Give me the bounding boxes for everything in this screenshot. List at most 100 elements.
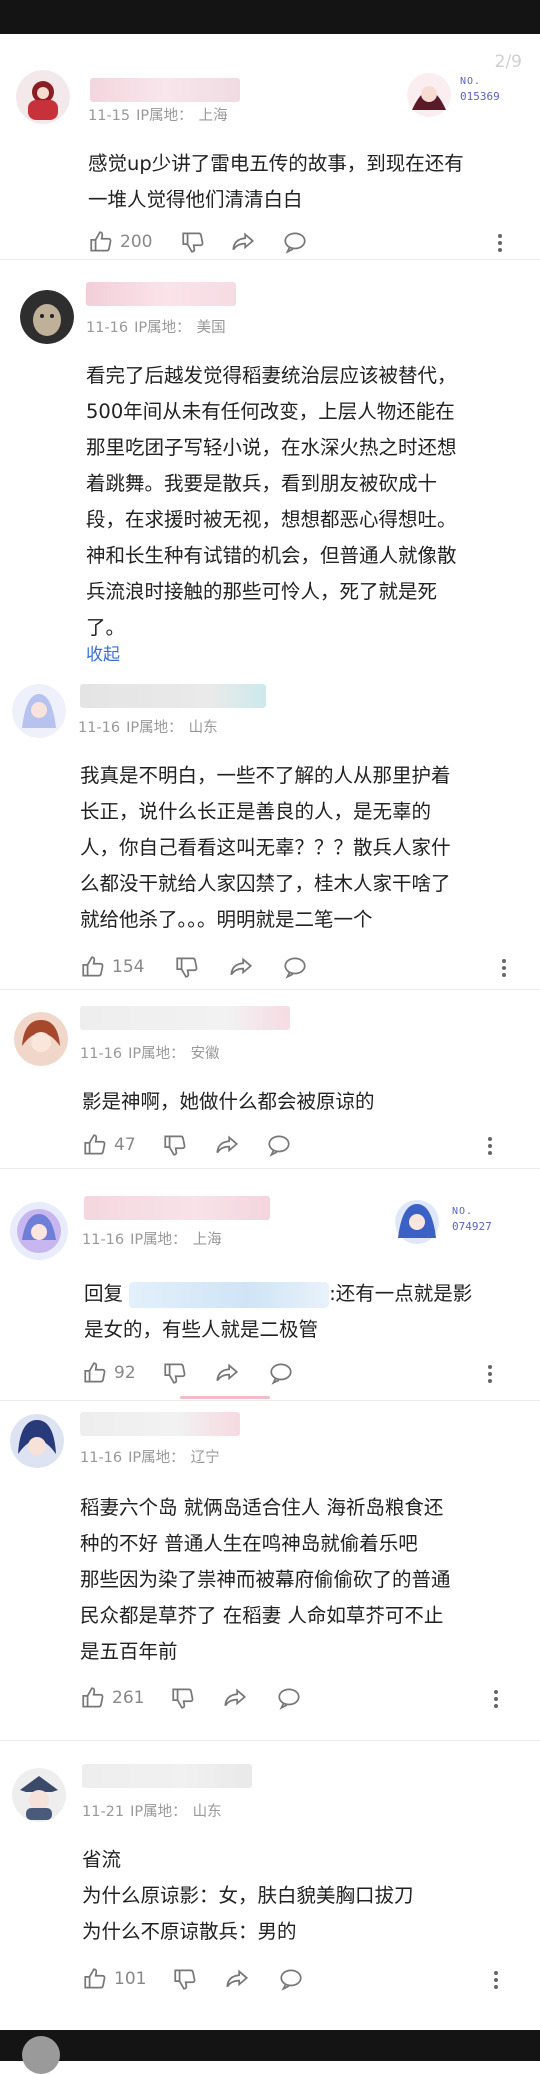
ip-location-label: IP属地： 辽宁 xyxy=(128,1450,220,1466)
avatar[interactable] xyxy=(20,290,74,344)
comment-date: 11-16 xyxy=(86,320,129,336)
share-button[interactable] xyxy=(222,1685,248,1711)
more-vertical-icon xyxy=(488,1137,492,1155)
ip-location-label: IP属地： 上海 xyxy=(136,108,228,124)
thumb-up-icon xyxy=(90,231,112,252)
like-button[interactable]: 92 xyxy=(82,1360,136,1386)
bottom-bar xyxy=(0,2030,540,2074)
username-masked[interactable] xyxy=(80,1006,290,1030)
share-button[interactable] xyxy=(224,1966,250,1992)
like-button[interactable]: 101 xyxy=(82,1966,146,1992)
action-bar: 92 xyxy=(82,1360,540,1390)
username-masked[interactable] xyxy=(90,78,240,102)
thumb-up-icon xyxy=(84,1968,106,1989)
like-button[interactable]: 154 xyxy=(80,954,144,980)
more-options-button[interactable] xyxy=(500,956,508,984)
like-button[interactable]: 200 xyxy=(88,229,152,255)
avatar[interactable] xyxy=(12,684,66,738)
avatar[interactable] xyxy=(10,1414,64,1468)
avatar[interactable] xyxy=(14,1012,68,1066)
share-icon xyxy=(216,1363,239,1382)
thumb-down-icon xyxy=(174,1969,196,1990)
username-masked[interactable] xyxy=(82,1764,252,1788)
comment-text: 回复 :还有一点就是影 是女的，有些人就是二极管 xyxy=(84,1281,473,1341)
comment-meta: 11-16 IP属地： 上海 xyxy=(82,1228,222,1249)
share-icon xyxy=(230,957,253,976)
dislike-button[interactable] xyxy=(162,1132,188,1158)
more-options-button[interactable] xyxy=(486,1134,494,1162)
reply-button[interactable] xyxy=(276,1685,302,1711)
thumb-up-icon xyxy=(82,956,104,977)
share-button[interactable] xyxy=(230,229,256,255)
comment-text: 省流 为什么原谅影：女，肤白貌美胸口拔刀 为什么不原谅散兵：男的 xyxy=(82,1848,414,1943)
more-options-button[interactable] xyxy=(492,1687,500,1715)
share-icon xyxy=(232,232,255,251)
thumb-up-icon xyxy=(82,1687,104,1708)
reply-prefix: 回复 xyxy=(84,1282,124,1305)
badge-avatar-icon xyxy=(395,1200,439,1244)
more-options-button[interactable] xyxy=(496,231,504,259)
like-button[interactable]: 47 xyxy=(82,1132,136,1158)
avatar[interactable] xyxy=(12,1768,66,1822)
avatar[interactable] xyxy=(8,1200,70,1262)
collapse-link[interactable]: 收起 xyxy=(86,640,120,665)
more-vertical-icon xyxy=(502,959,506,977)
thumb-down-icon xyxy=(164,1135,186,1156)
username-masked[interactable] xyxy=(80,1412,240,1436)
comment: 11-15 IP属地： 上海 NO. 015369 感觉up少讲了雷电五传的故事，到… xyxy=(0,34,540,264)
ip-location-label: IP属地： 美国 xyxy=(134,320,226,336)
username-masked[interactable] xyxy=(84,1196,270,1220)
dislike-button[interactable] xyxy=(162,1360,188,1386)
comment: 11-16 IP属地： 辽宁 稻妻六个岛 就俩岛适合住人 海祈岛粮食还 种的不好 普通… xyxy=(0,1400,540,1744)
reply-target-masked[interactable] xyxy=(129,1281,330,1308)
comment: 11-16 IP属地： 山东 我真是不明白，一些不了解的人从那里护着 长正，说什么长正… xyxy=(0,664,540,990)
share-button[interactable] xyxy=(228,954,254,980)
comment-text: 影是神啊，她做什么都会被原谅的 xyxy=(82,1090,375,1113)
reply-button[interactable] xyxy=(278,1966,304,1992)
share-button[interactable] xyxy=(214,1132,240,1158)
comment-text: 稻妻六个岛 就俩岛适合住人 海祈岛粮食还 种的不好 普通人生在鸣神岛就偷着乐吧 那些… xyxy=(80,1496,451,1663)
reply-button[interactable] xyxy=(266,1132,292,1158)
dislike-button[interactable] xyxy=(174,954,200,980)
comment: 11-16 IP属地： 上海 NO. 074927 回复 :还有一点就是影 是女的，… xyxy=(0,1170,540,1401)
more-vertical-icon xyxy=(494,1971,498,1989)
comment: 11-21 IP属地： 山东 省流 为什么原谅影：女，肤白貌美胸口拔刀 为什么不原谅散兵… xyxy=(0,1744,540,2030)
avatar[interactable] xyxy=(22,2036,60,2074)
share-icon xyxy=(216,1135,239,1154)
share-button[interactable] xyxy=(214,1360,240,1386)
ip-location-label: IP属地： 山东 xyxy=(126,720,218,736)
dislike-button[interactable] xyxy=(172,1966,198,1992)
top-status-bar xyxy=(0,0,540,34)
comment-bubble-icon xyxy=(270,1363,292,1385)
like-count: 154 xyxy=(112,957,145,977)
comment-bubble-icon xyxy=(284,957,306,979)
comment: 11-16 IP属地： 安徽 影是神啊，她做什么都会被原谅的 47 xyxy=(0,990,540,1170)
comment-date: 11-16 xyxy=(78,720,121,736)
thumb-down-icon xyxy=(182,232,204,253)
username-masked[interactable] xyxy=(80,684,266,708)
comment-date: 11-16 xyxy=(82,1232,125,1248)
more-vertical-icon xyxy=(488,1365,492,1383)
username-masked[interactable] xyxy=(86,282,236,306)
reply-button[interactable] xyxy=(282,229,308,255)
like-button[interactable]: 261 xyxy=(80,1685,144,1711)
action-bar: 154 xyxy=(80,954,540,984)
fan-badge: NO. 015369 xyxy=(404,70,524,122)
reply-button[interactable] xyxy=(282,954,308,980)
comment-text: 感觉up少讲了雷电五传的故事，到现在还有 一堆人觉得他们清清白白 xyxy=(88,152,464,211)
action-bar: 101 xyxy=(82,1966,540,1996)
avatar[interactable] xyxy=(16,70,70,124)
more-options-button[interactable] xyxy=(492,1968,500,1996)
ip-location-label: IP属地： 安徽 xyxy=(128,1046,220,1062)
more-vertical-icon xyxy=(494,1690,498,1708)
more-options-button[interactable] xyxy=(486,1362,494,1390)
reply-quote: :还有一点就是影 xyxy=(329,1282,473,1305)
dislike-button[interactable] xyxy=(180,229,206,255)
divider xyxy=(0,1740,540,1741)
action-bar: 47 xyxy=(82,1132,540,1162)
comment-date: 11-16 xyxy=(80,1046,123,1062)
like-count: 200 xyxy=(120,232,153,252)
dislike-button[interactable] xyxy=(170,1685,196,1711)
thumb-down-icon xyxy=(176,957,198,978)
reply-button[interactable] xyxy=(268,1360,294,1386)
